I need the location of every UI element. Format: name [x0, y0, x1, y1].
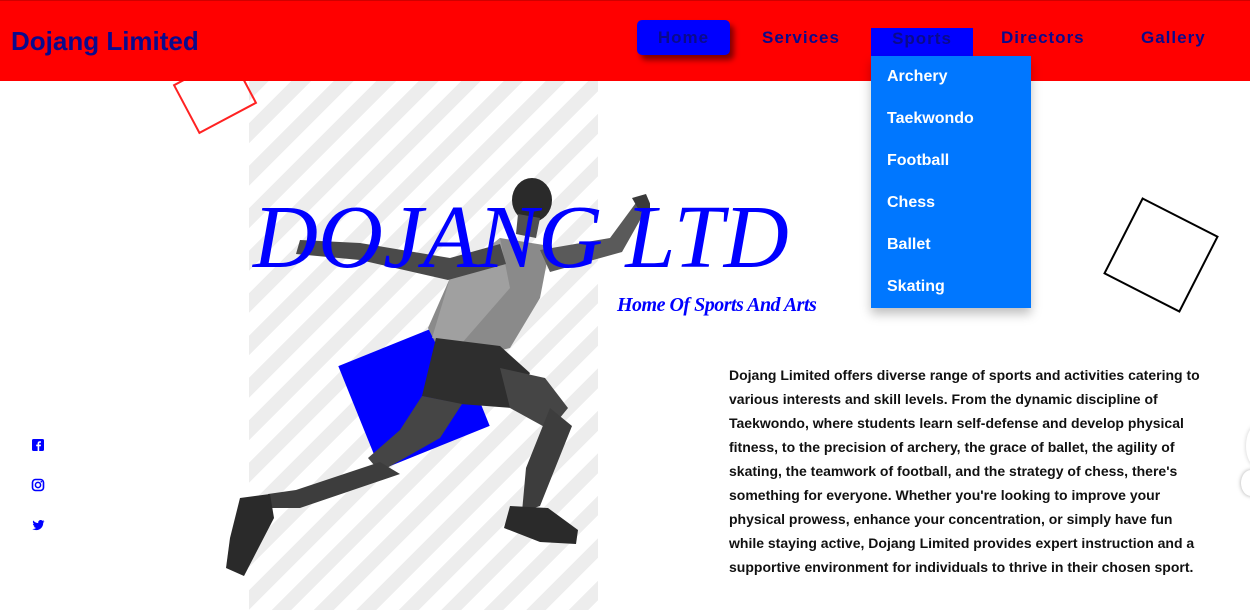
hero-title: DOJANG LTD: [253, 188, 789, 287]
nav-services[interactable]: Services: [762, 28, 840, 48]
instagram-icon[interactable]: [31, 478, 45, 492]
dropdown-item-skating[interactable]: Skating: [887, 278, 945, 296]
twitter-icon[interactable]: [31, 518, 45, 532]
facebook-icon[interactable]: [31, 438, 45, 452]
nav-sports[interactable]: Sports: [871, 28, 973, 56]
nav-directors[interactable]: Directors: [1001, 28, 1085, 48]
dropdown-item-chess[interactable]: Chess: [887, 194, 935, 212]
nav-home[interactable]: Home: [637, 20, 730, 55]
hero-subtitle: Home Of Sports And Arts: [617, 294, 817, 316]
scroll-to-top-button[interactable]: [1241, 470, 1250, 496]
dropdown-item-ballet[interactable]: Ballet: [887, 236, 931, 254]
about-paragraph: Dojang Limited offers diverse range of s…: [729, 367, 1200, 575]
brand-logo[interactable]: Dojang Limited: [11, 26, 199, 57]
dropdown-item-taekwondo[interactable]: Taekwondo: [887, 110, 974, 128]
dropdown-item-football[interactable]: Football: [887, 152, 949, 170]
edge-widget-shadow: [1246, 426, 1250, 466]
top-navbar: Dojang Limited Home Services Sports Dire…: [0, 0, 1250, 81]
dropdown-item-archery[interactable]: Archery: [887, 68, 947, 86]
sports-dropdown-menu: Archery Taekwondo Football Chess Ballet …: [871, 56, 1031, 308]
nav-gallery[interactable]: Gallery: [1141, 28, 1206, 48]
decorative-black-square: [1103, 197, 1219, 313]
